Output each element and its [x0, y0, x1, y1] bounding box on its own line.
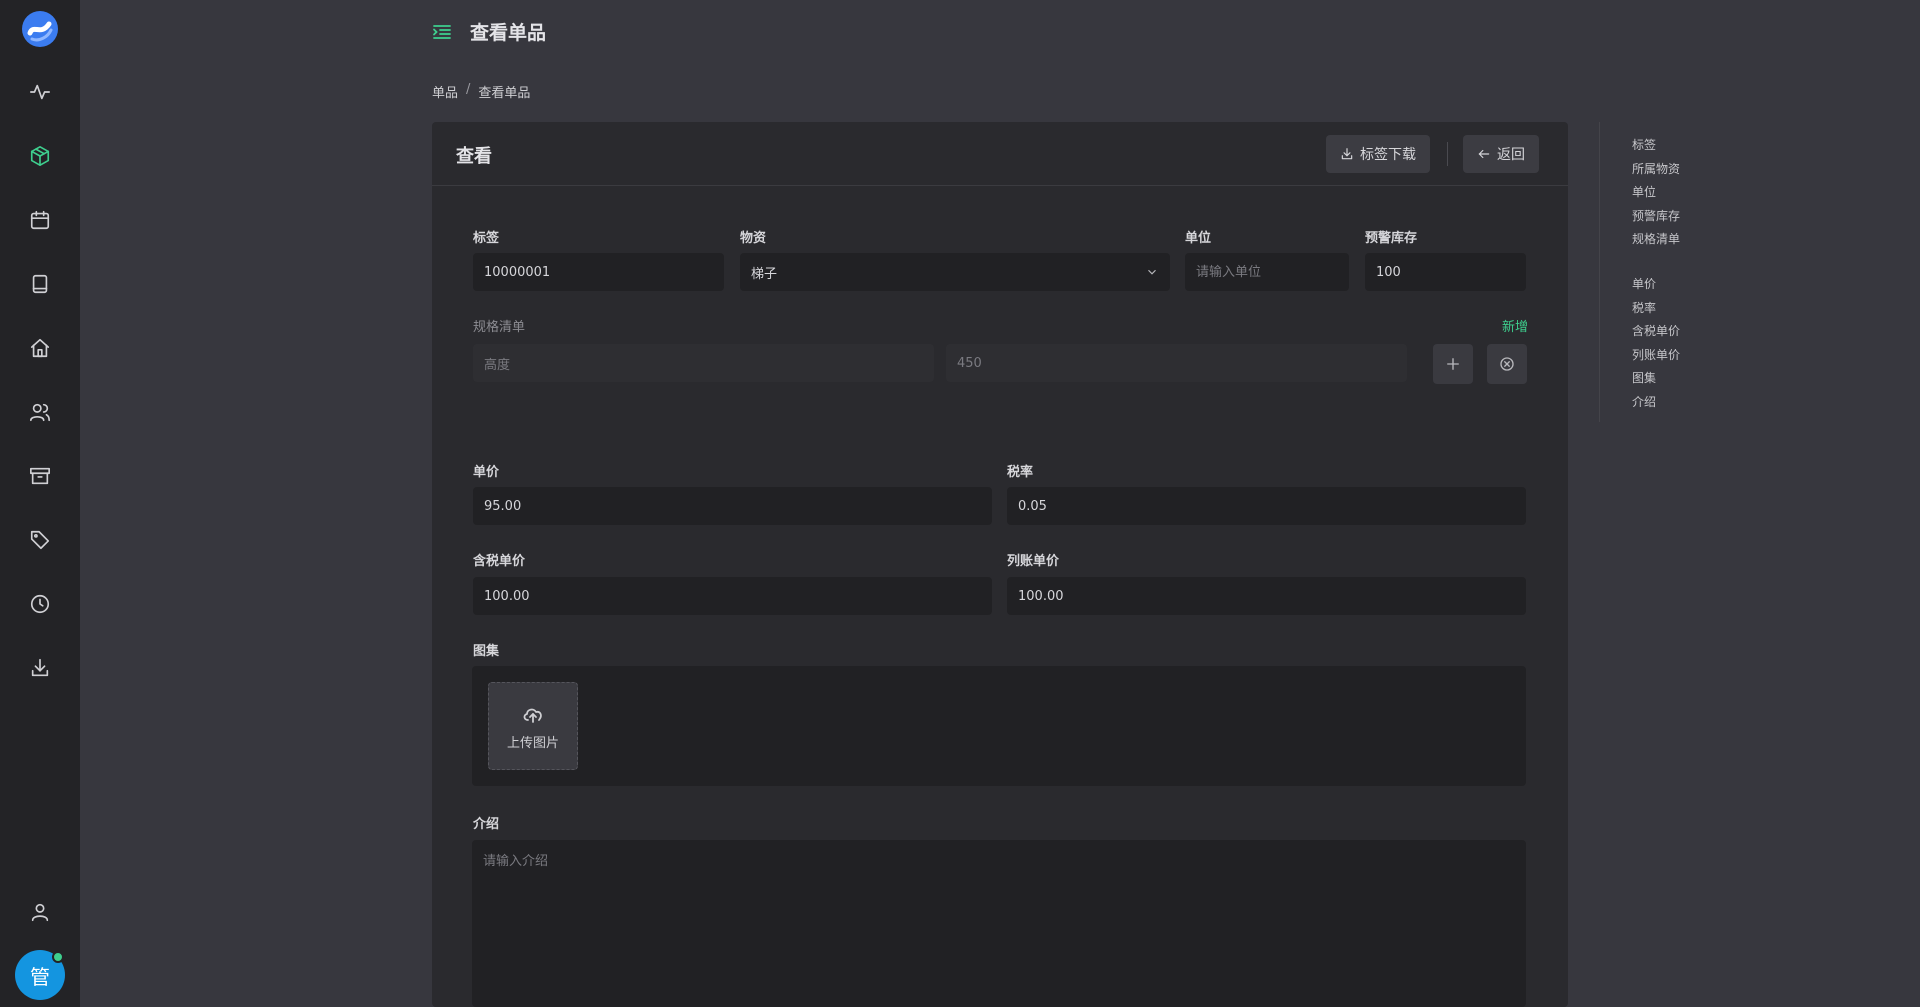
download-icon — [1341, 148, 1353, 160]
card-title: 查看 — [456, 146, 492, 167]
material-select[interactable]: 梯子 — [740, 253, 1170, 291]
book-icon[interactable] — [28, 272, 52, 296]
unit-label: 单位 — [1185, 231, 1212, 246]
page-header: 查看单品 — [432, 18, 546, 45]
spec-add-link[interactable]: 新增 — [1502, 316, 1528, 335]
breadcrumb-separator: / — [466, 82, 471, 97]
anchor-intro[interactable]: 介绍 — [1632, 391, 1719, 415]
online-status-dot — [52, 951, 64, 963]
download-icon[interactable] — [28, 656, 52, 680]
sidebar: 管 — [0, 0, 80, 1007]
user-icon[interactable] — [28, 900, 52, 924]
cube-icon[interactable] — [28, 144, 52, 168]
tag-icon[interactable] — [28, 528, 52, 552]
price-label: 单价 — [473, 465, 500, 480]
activity-icon[interactable] — [28, 80, 52, 104]
spec-name-input[interactable] — [473, 344, 934, 382]
list-price-input[interactable] — [1007, 577, 1526, 615]
tag-download-button[interactable]: 标签下载 — [1326, 135, 1430, 173]
list-price-label: 列账单价 — [1007, 554, 1060, 569]
intro-textarea[interactable] — [472, 840, 1526, 1007]
price-input[interactable] — [473, 487, 992, 525]
plus-icon — [1447, 358, 1459, 370]
avatar[interactable]: 管 — [15, 950, 65, 1000]
anchor-nav: 标签 所属物资 单位 预警库存 规格清单 单价 税率 含税单价 列账单价 图集 … — [1599, 122, 1719, 422]
cloud-upload-icon — [523, 708, 542, 723]
gallery-label: 图集 — [473, 644, 500, 659]
back-button[interactable]: 返回 — [1463, 135, 1539, 173]
anchor-spec[interactable]: 规格清单 — [1632, 228, 1719, 252]
home-icon[interactable] — [28, 336, 52, 360]
detail-card: 查看 标签下载 返回 标签 物资 梯子 单位 预警库存 规格清单 新增 单价 税… — [432, 122, 1568, 1007]
avatar-text: 管 — [30, 964, 50, 989]
breadcrumb-item-current: 查看单品 — [478, 86, 531, 101]
clock-icon[interactable] — [28, 592, 52, 616]
back-label: 返回 — [1497, 147, 1525, 163]
breadcrumb: 单品 / 查看单品 — [432, 82, 530, 101]
indent-menu-icon[interactable] — [432, 22, 452, 42]
anchor-price[interactable]: 单价 — [1632, 273, 1719, 297]
header-divider — [1447, 142, 1448, 166]
tax-label: 税率 — [1007, 465, 1034, 480]
spec-value-input[interactable] — [946, 344, 1407, 382]
gallery-area: 上传图片 — [472, 666, 1526, 786]
archive-icon[interactable] — [28, 464, 52, 488]
anchor-unit[interactable]: 单位 — [1632, 181, 1719, 205]
tag-download-label: 标签下载 — [1360, 147, 1416, 163]
material-select-value: 梯子 — [751, 266, 778, 282]
anchor-list-price[interactable]: 列账单价 — [1632, 344, 1719, 368]
material-label: 物资 — [740, 231, 767, 246]
calendar-icon[interactable] — [28, 208, 52, 232]
arrow-left-icon — [1478, 149, 1490, 159]
tax-input[interactable] — [1007, 487, 1526, 525]
anchor-tax-price[interactable]: 含税单价 — [1632, 320, 1719, 344]
intro-label: 介绍 — [473, 817, 500, 832]
stock-input[interactable] — [1365, 253, 1526, 291]
unit-input[interactable] — [1185, 253, 1349, 291]
upload-image-button[interactable]: 上传图片 — [488, 682, 578, 770]
chevron-down-icon — [1148, 269, 1156, 275]
page-title: 查看单品 — [470, 22, 547, 44]
tag-input[interactable] — [473, 253, 724, 291]
spec-add-button[interactable] — [1433, 344, 1473, 384]
card-header: 查看 标签下载 返回 — [432, 122, 1568, 186]
stock-label: 预警库存 — [1365, 231, 1418, 246]
breadcrumb-item-items[interactable]: 单品 — [432, 82, 458, 101]
users-icon[interactable] — [28, 400, 52, 424]
anchor-tax[interactable]: 税率 — [1632, 297, 1719, 321]
anchor-tag[interactable]: 标签 — [1632, 134, 1719, 158]
anchor-material[interactable]: 所属物资 — [1632, 158, 1719, 182]
spec-label: 规格清单 — [473, 320, 526, 335]
anchor-gallery[interactable]: 图集 — [1632, 367, 1719, 391]
logo-icon[interactable] — [21, 10, 59, 48]
tag-label: 标签 — [473, 231, 500, 246]
upload-image-label: 上传图片 — [506, 735, 559, 751]
spec-remove-button[interactable] — [1487, 344, 1527, 384]
close-circle-icon — [1500, 357, 1514, 371]
anchor-stock[interactable]: 预警库存 — [1632, 205, 1719, 229]
tax-price-label: 含税单价 — [473, 554, 526, 569]
tax-price-input[interactable] — [473, 577, 992, 615]
